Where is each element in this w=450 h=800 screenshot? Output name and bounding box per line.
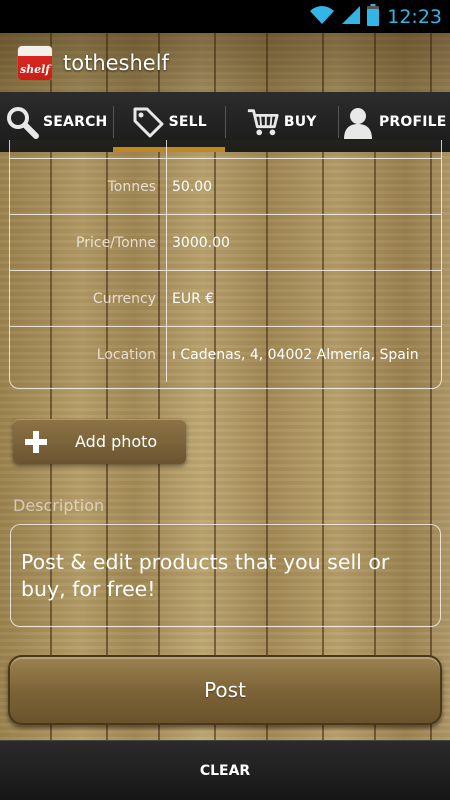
plus-icon: [13, 430, 59, 454]
person-icon: [341, 105, 375, 139]
description-label: Description: [13, 496, 105, 515]
add-photo-button[interactable]: Add photo: [13, 419, 186, 464]
form-row-currency[interactable]: Currency EUR €: [10, 270, 441, 326]
tonnes-field[interactable]: 50.00: [172, 179, 441, 195]
app-logo-icon[interactable]: shelf: [17, 44, 53, 81]
clear-button-label: CLEAR: [199, 762, 251, 779]
form-row-location[interactable]: Location ı Cadenas, 4, 04002 Almería, Sp…: [10, 326, 441, 382]
battery-icon: [367, 3, 380, 30]
cart-icon: [246, 105, 280, 139]
form-row-price[interactable]: Price/Tonne 3000.00: [10, 214, 441, 270]
tab-buy-label: BUY: [283, 114, 317, 130]
post-button-label: Post: [204, 678, 246, 702]
search-icon: [5, 105, 40, 139]
status-bar: 12:23: [0, 0, 450, 33]
app-title: totheshelf: [63, 50, 169, 75]
status-time: 12:23: [387, 5, 442, 28]
tab-search-label: SEARCH: [43, 114, 108, 130]
tab-profile-label: PROFILE: [378, 114, 447, 130]
price-field[interactable]: 3000.00: [172, 235, 441, 251]
tag-icon: [131, 105, 165, 139]
tonnes-label: Tonnes: [107, 178, 156, 195]
add-photo-label: Add photo: [75, 432, 158, 451]
currency-field[interactable]: EUR €: [172, 291, 441, 307]
location-label: Location: [96, 346, 156, 363]
clear-button[interactable]: CLEAR: [0, 740, 450, 800]
form-row-tonnes[interactable]: Tonnes 50.00: [10, 158, 441, 214]
tab-sell-label: SELL: [168, 114, 207, 130]
description-field[interactable]: Post & edit products that you sell or bu…: [10, 524, 441, 627]
location-field[interactable]: ı Cadenas, 4, 04002 Almería, Spain: [172, 347, 441, 363]
price-label: Price/Tonne: [76, 234, 156, 251]
action-bar: shelf totheshelf: [0, 33, 450, 92]
post-button[interactable]: Post: [8, 655, 442, 725]
signal-icon: [341, 5, 361, 29]
currency-label: Currency: [92, 290, 156, 307]
product-form: Tonnes 50.00 Price/Tonne 3000.00 Currenc…: [9, 140, 442, 389]
status-icons: [309, 3, 380, 30]
wifi-icon: [309, 5, 335, 29]
